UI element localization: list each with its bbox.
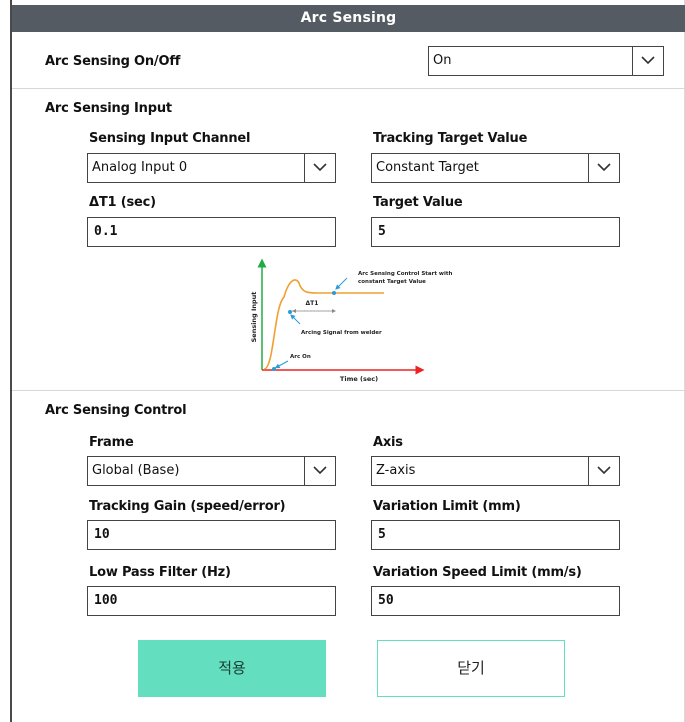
variation-limit-label: Variation Limit (mm) (373, 499, 521, 514)
dt1-input[interactable]: 0.1 (87, 217, 336, 247)
dt1-annotation: ΔT1 (306, 300, 319, 307)
section-divider (12, 390, 685, 391)
low-pass-filter-input[interactable]: 100 (87, 586, 336, 616)
onoff-value: On (433, 53, 452, 68)
axis-value: Z-axis (376, 463, 416, 478)
onoff-select[interactable]: On (428, 46, 664, 76)
dt1-label: ΔT1 (sec) (89, 195, 156, 210)
sensing-curve (263, 279, 384, 370)
target-value-input[interactable]: 5 (371, 217, 620, 247)
frame-value: Global (Base) (92, 463, 180, 478)
apply-button[interactable]: 적용 (138, 640, 326, 697)
arc-on-annotation: Arc On (290, 354, 311, 360)
sensing-channel-value: Analog Input 0 (92, 160, 188, 175)
axis-label: Axis (373, 435, 403, 450)
chevron-down-icon (597, 163, 611, 172)
chevron-down-icon (641, 56, 655, 65)
arcing-signal-arrow (290, 314, 301, 325)
frame-label: Frame (89, 435, 134, 450)
target-value-label: Target Value (373, 195, 463, 210)
window-border-left (10, 0, 12, 722)
variation-limit-value: 5 (378, 527, 386, 542)
tracking-gain-input[interactable]: 10 (87, 520, 336, 550)
variation-speed-input[interactable]: 50 (371, 586, 620, 616)
onoff-label: Arc Sensing On/Off (45, 54, 181, 69)
control-start-arrow (335, 277, 348, 290)
tracking-target-label: Tracking Target Value (373, 131, 528, 146)
x-axis-label: Time (sec) (340, 375, 378, 383)
variation-limit-input[interactable]: 5 (371, 520, 620, 550)
low-pass-filter-label: Low Pass Filter (Hz) (89, 565, 231, 580)
tracking-gain-value: 10 (94, 527, 110, 542)
frame-select[interactable]: Global (Base) (87, 456, 336, 486)
tracking-target-dropdown-button[interactable] (588, 154, 619, 182)
sensing-channel-label: Sensing Input Channel (89, 131, 251, 146)
frame-dropdown-button[interactable] (304, 457, 335, 485)
sensing-channel-dropdown-button[interactable] (304, 154, 335, 182)
input-section-title: Arc Sensing Input (45, 101, 172, 116)
dt1-value: 0.1 (94, 224, 118, 239)
control-start-marker (332, 291, 336, 295)
sensing-channel-select[interactable]: Analog Input 0 (87, 153, 336, 183)
tracking-gain-label: Tracking Gain (speed/error) (89, 499, 286, 514)
tracking-target-select[interactable]: Constant Target (371, 153, 620, 183)
onoff-dropdown-button[interactable] (632, 47, 663, 75)
arc-on-marker (272, 367, 276, 371)
axis-dropdown-button[interactable] (588, 457, 619, 485)
arc-on-arrow (274, 360, 289, 369)
y-axis-label: Sensing Input (250, 292, 258, 343)
chevron-down-icon (313, 163, 327, 172)
close-button[interactable]: 닫기 (377, 640, 565, 697)
section-divider (12, 88, 685, 89)
control-section-title: Arc Sensing Control (45, 403, 187, 418)
variation-speed-value: 50 (378, 593, 394, 608)
target-value-value: 5 (378, 224, 386, 239)
arc-sensing-diagram: Sensing Input Time (sec) ΔT1 Arc Sensing… (250, 258, 452, 383)
chevron-down-icon (313, 466, 327, 475)
control-start-annotation-line1: Arc Sensing Control Start with (358, 271, 452, 277)
variation-speed-label: Variation Speed Limit (mm/s) (373, 565, 582, 580)
arcing-signal-marker (288, 310, 292, 314)
low-pass-filter-value: 100 (94, 593, 118, 608)
dialog-title: Arc Sensing (12, 5, 685, 32)
arcing-signal-annotation: Arcing Signal from welder (301, 330, 382, 336)
control-start-annotation-line2: constant Target Value (358, 279, 426, 285)
axis-select[interactable]: Z-axis (371, 456, 620, 486)
tracking-target-value: Constant Target (376, 160, 479, 175)
chevron-down-icon (597, 466, 611, 475)
